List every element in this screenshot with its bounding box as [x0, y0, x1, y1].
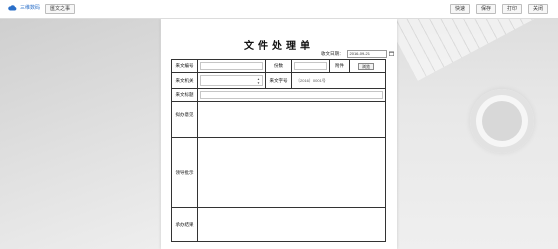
table-row: 来文机关 ▲ ▼ 来文字号 〔2016〕0001号 — [171, 72, 386, 89]
doc-title-cell — [197, 88, 386, 102]
copies-label: 份数 — [265, 59, 292, 73]
quick-button[interactable]: 快速 — [450, 4, 470, 14]
handling-result-area[interactable] — [197, 207, 386, 242]
receive-no-label: 来文编号 — [171, 59, 198, 73]
draft-opinion-area[interactable] — [197, 101, 386, 138]
cloud-icon — [8, 4, 17, 11]
browse-button[interactable]: 浏览 — [358, 62, 374, 70]
doc-no-cell: 〔2016〕0001号 — [291, 72, 386, 89]
table-row: 领导批示 — [171, 137, 386, 208]
receive-no-cell — [197, 59, 266, 73]
close-button[interactable]: 关闭 — [528, 4, 548, 14]
calendar-icon[interactable] — [388, 51, 394, 56]
attachment-label: 附件 — [329, 59, 350, 73]
copies-cell — [291, 59, 330, 73]
doc-no-value[interactable]: 〔2016〕0001号 — [293, 78, 326, 83]
keyboard-image — [385, 19, 558, 81]
table-row: 拟办意见 — [171, 101, 386, 138]
table-row: 承办结果 — [171, 207, 386, 242]
leader-instruction-label: 领导批示 — [171, 137, 198, 208]
receive-date-input[interactable]: 2016-09-21 — [346, 50, 394, 58]
print-button[interactable]: 打印 — [502, 4, 522, 14]
form-table: 来文编号 份数 附件 浏览 来文机关 ▲ ▼ 来文字号 〔2016〕0001号 … — [171, 59, 386, 242]
receive-date-value: 2016-09-21 — [349, 51, 370, 56]
from-org-cell: ▲ ▼ — [197, 72, 266, 89]
from-org-label: 来文机关 — [171, 72, 198, 89]
doc-title-input[interactable] — [200, 91, 383, 99]
copies-input[interactable] — [294, 62, 327, 70]
save-button[interactable]: 保存 — [476, 4, 496, 14]
leader-instruction-area[interactable] — [197, 137, 386, 208]
attachment-cell: 浏览 — [349, 59, 386, 73]
coffee-cup-inner — [482, 101, 522, 141]
tab-document[interactable]: 匯文之事 — [45, 4, 75, 14]
workspace-background: 文件处理单 收文日期： 2016-09-21 来文编号 份数 附件 浏览 来文机… — [0, 19, 558, 249]
document-form: 文件处理单 收文日期： 2016-09-21 来文编号 份数 附件 浏览 来文机… — [161, 19, 397, 249]
from-org-select[interactable]: ▲ ▼ — [200, 75, 263, 86]
app-logo-text: 三维数码 — [20, 5, 41, 11]
top-toolbar: 三维数码 匯文之事 快速 保存 打印 关闭 — [0, 0, 558, 19]
doc-no-label: 来文字号 — [265, 72, 292, 89]
receive-date-row: 收文日期： 2016-09-21 — [321, 50, 394, 58]
spinner-arrows-icon[interactable]: ▲ ▼ — [257, 77, 260, 85]
table-row: 来文编号 份数 附件 浏览 — [171, 59, 386, 73]
receive-no-input[interactable] — [200, 62, 263, 70]
receive-date-label: 收文日期： — [321, 51, 344, 56]
background-left-shade — [0, 19, 160, 249]
handling-result-label: 承办结果 — [171, 207, 198, 242]
table-row: 来文标题 — [171, 88, 386, 102]
app-logo: 三维数码 — [8, 4, 40, 11]
doc-title-label: 来文标题 — [171, 88, 198, 102]
draft-opinion-label: 拟办意见 — [171, 101, 198, 138]
